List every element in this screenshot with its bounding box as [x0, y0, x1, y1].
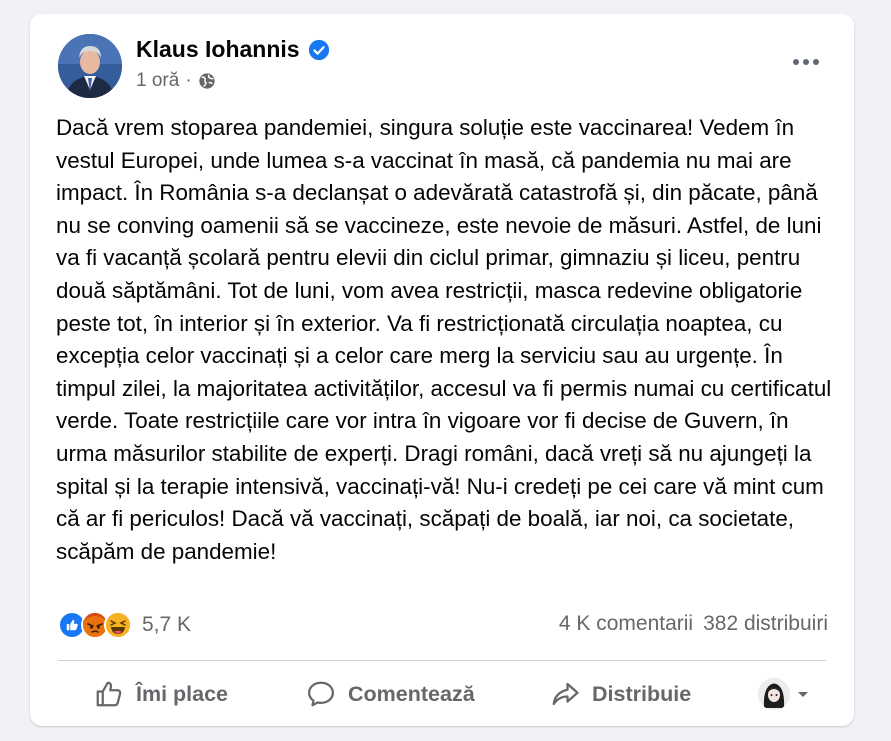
post-card: Klaus Iohannis 1 oră · Dacă vrem stopare… — [30, 14, 854, 726]
author-avatar-image — [58, 34, 122, 98]
share-button[interactable]: Distribuie — [550, 679, 691, 709]
more-dot-icon — [813, 59, 819, 65]
post-actions-bar: Îmi place Comentează Distribuie — [58, 670, 826, 718]
reactions-summary[interactable]: 5,7 K — [58, 610, 191, 640]
author-name[interactable]: Klaus Iohannis — [136, 36, 330, 63]
more-options-button[interactable] — [788, 50, 824, 74]
reaction-count[interactable]: 5,7 K — [142, 613, 191, 637]
author-avatar[interactable] — [58, 34, 122, 98]
caret-down-icon — [798, 692, 808, 697]
comment-button-label: Comentează — [348, 681, 475, 706]
reaction-profile-selector[interactable] — [758, 678, 810, 710]
actions-divider — [58, 660, 826, 661]
post-time[interactable]: 1 oră — [136, 70, 179, 92]
author-name-label[interactable]: Klaus Iohannis — [136, 36, 300, 63]
engagement-stats: 4 K comentarii 382 distribuiri — [559, 612, 828, 636]
comments-count[interactable]: 4 K comentarii — [559, 612, 693, 636]
more-dot-icon — [803, 59, 809, 65]
haha-reaction-icon — [104, 611, 132, 639]
meta-separator: · — [185, 70, 192, 91]
globe-icon[interactable] — [198, 72, 216, 90]
like-button-label: Îmi place — [136, 681, 229, 706]
comment-button[interactable]: Comentează — [306, 679, 475, 709]
more-dot-icon — [793, 59, 799, 65]
thumbs-up-icon — [96, 681, 122, 707]
verified-badge-icon — [308, 39, 329, 60]
shares-count[interactable]: 382 distribuiri — [703, 612, 828, 636]
post-body-text: Dacă vrem stoparea pandemiei, singura so… — [56, 115, 832, 564]
share-arrow-icon — [552, 682, 579, 706]
like-button[interactable]: Îmi place — [94, 679, 228, 709]
comment-bubble-icon — [308, 681, 334, 707]
share-button-label: Distribuie — [592, 681, 692, 706]
post-meta: 1 oră · — [136, 70, 216, 92]
profile-avatar — [758, 678, 790, 710]
